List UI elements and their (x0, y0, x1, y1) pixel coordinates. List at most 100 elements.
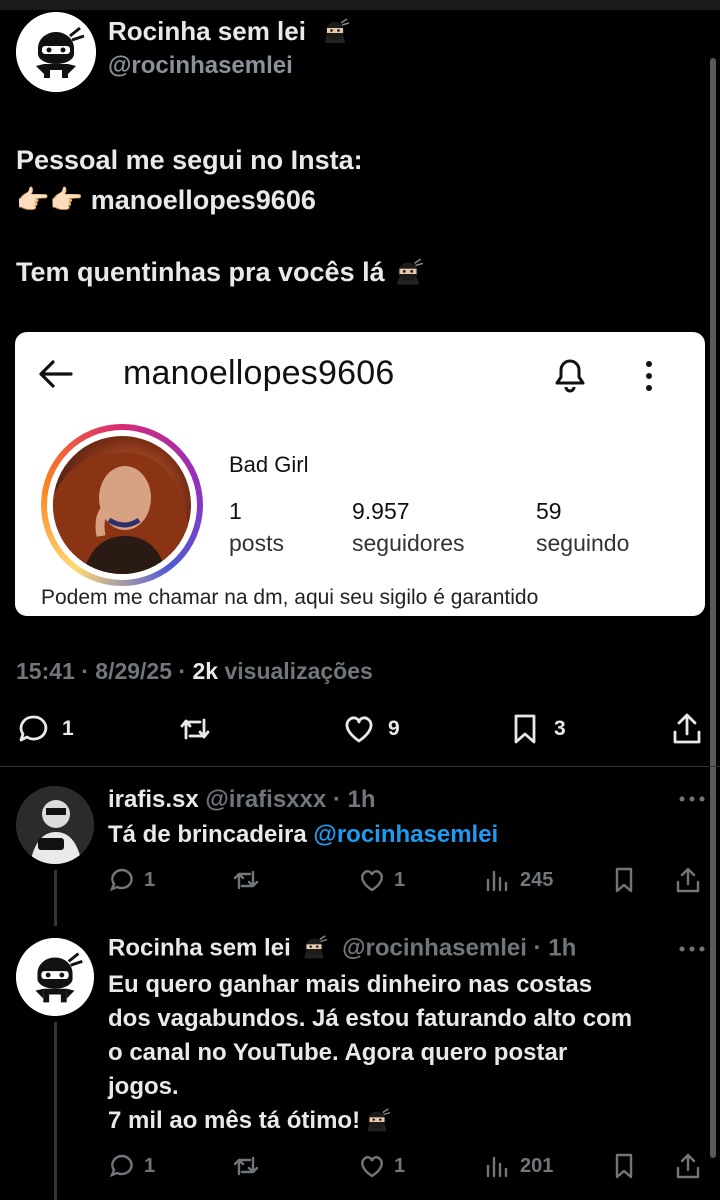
ninja-emoji-icon (325, 18, 350, 44)
profile-bio: Podem me chamar na dm, aqui seu sigilo é… (41, 586, 539, 609)
bookmark-count: 3 (554, 717, 566, 740)
reply-author-handle[interactable]: @rocinhasemlei (342, 934, 527, 961)
retweet-icon (180, 718, 210, 740)
views-count: 245 (520, 868, 554, 891)
analytics-icon (486, 1156, 508, 1178)
reply-icon (19, 715, 48, 742)
reply-icon (109, 1154, 133, 1178)
tweet-time[interactable]: 15:41 (16, 658, 75, 684)
share-icon (676, 1153, 700, 1179)
views-count: 201 (520, 1154, 554, 1177)
scrollbar[interactable] (710, 58, 716, 1158)
reply-header: irafis.sx @irafisxxx · 1h (108, 786, 376, 813)
views-button[interactable]: 245 (484, 866, 553, 894)
bookmark-button[interactable] (610, 1152, 638, 1180)
retweet-icon (233, 870, 259, 890)
reply-count: 1 (144, 868, 156, 891)
more-options-icon[interactable] (678, 794, 706, 804)
retweet-button[interactable] (232, 866, 260, 894)
followers-stat: 9.957 seguidores (352, 498, 465, 557)
story-ring (41, 424, 203, 586)
tweet-text-line: Pessoal me segui no Insta: (16, 145, 363, 175)
reply-button[interactable]: 1 (108, 866, 155, 894)
like-button[interactable]: 9 (342, 712, 400, 746)
profile-photo (53, 436, 191, 574)
share-button[interactable] (670, 712, 704, 746)
reply-header: Rocinha sem lei @rocinhasemlei · 1h (108, 934, 576, 964)
tweet-text-line: 👉🏻👉🏻 manoellopes9606 (16, 185, 316, 215)
top-bar (0, 0, 720, 10)
like-count: 1 (394, 868, 406, 891)
followers-label: seguidores (352, 530, 465, 556)
share-button[interactable] (674, 1152, 702, 1180)
like-button[interactable]: 1 (358, 1152, 405, 1180)
reply-text: Tá de brincadeira @rocinhasemlei (108, 821, 499, 848)
like-count: 9 (388, 717, 400, 740)
posts-label: posts (229, 530, 284, 556)
reply-time[interactable]: 1h (348, 786, 376, 813)
retweet-icon (233, 1156, 259, 1176)
ninja-avatar-icon (16, 938, 94, 1016)
like-button[interactable]: 1 (358, 866, 405, 894)
mention-link[interactable]: @rocinhasemlei (313, 821, 498, 848)
ninja-avatar-icon (16, 12, 96, 92)
retweet-button[interactable] (178, 712, 212, 746)
author-name[interactable]: Rocinha sem lei (108, 16, 351, 49)
bookmark-icon (615, 1153, 633, 1179)
share-button[interactable] (674, 866, 702, 894)
reply-avatar-image (16, 786, 94, 864)
reply-avatar[interactable] (16, 938, 94, 1016)
following-label: seguindo (536, 530, 630, 556)
reply-time[interactable]: 1h (548, 934, 576, 961)
bookmark-icon (615, 867, 633, 893)
reply-author-name[interactable]: irafis.sx (108, 786, 199, 813)
tweet-date[interactable]: 8/29/25 (95, 658, 172, 684)
posts-count: 1 (229, 498, 242, 524)
views-button[interactable]: 201 (484, 1152, 553, 1180)
tweet-text-line: Tem quentinhas pra vocês lá (16, 252, 425, 292)
bell-icon (555, 359, 585, 393)
ninja-emoji-icon (305, 935, 328, 959)
instagram-username: manoellopes9606 (123, 354, 395, 392)
tweet-meta: 15:41 · 8/29/25 · 2k visualizações (16, 658, 373, 684)
reply-author-handle[interactable]: @irafisxxx (205, 786, 326, 813)
views-count: 2k (192, 658, 219, 684)
share-icon (673, 713, 701, 744)
author-handle[interactable]: @rocinhasemlei (108, 52, 293, 80)
bookmark-button[interactable] (610, 866, 638, 894)
reply-count: 1 (144, 1154, 156, 1177)
profile-photo-image (53, 452, 191, 574)
ninja-emoji-icon (397, 258, 423, 285)
tweet-text: Pessoal me segui no Insta: 👉🏻👉🏻 manoello… (16, 140, 425, 292)
heart-icon (361, 1156, 383, 1178)
like-count: 1 (394, 1154, 406, 1177)
profile-display-name: Bad Girl (229, 452, 309, 477)
reply-button[interactable]: 1 (108, 1152, 155, 1180)
reply-actions: 1 1 201 (0, 1152, 720, 1186)
heart-icon (345, 716, 373, 743)
bookmark-button[interactable]: 3 (508, 712, 566, 746)
reply-avatar[interactable] (16, 786, 94, 864)
retweet-button[interactable] (232, 1152, 260, 1180)
bookmark-icon (514, 714, 536, 744)
back-arrow-icon (39, 360, 73, 388)
posts-stat: 1 posts (229, 498, 284, 557)
ninja-emoji-icon (367, 1107, 391, 1132)
following-stat: 59 seguindo (536, 498, 629, 557)
divider (0, 766, 720, 767)
followers-count: 9.957 (352, 498, 410, 524)
reply-actions: 1 1 245 (0, 866, 720, 900)
views-label: visualizações (224, 658, 373, 684)
reply-button[interactable]: 1 (16, 712, 74, 746)
reply-text: Eu quero ganhar mais dinheiro nas costas… (108, 968, 632, 1138)
following-count: 59 (536, 498, 562, 524)
reply-count: 1 (62, 717, 74, 740)
more-vertical-icon (646, 361, 652, 391)
share-icon (676, 867, 700, 893)
more-options-icon[interactable] (678, 944, 706, 954)
instagram-profile-image[interactable]: manoellopes9606 Bad Girl 1 posts 9.957 s… (15, 332, 705, 616)
author-avatar[interactable] (16, 12, 96, 92)
reply-author-name[interactable]: Rocinha sem lei (108, 934, 291, 961)
reply-icon (109, 868, 133, 892)
